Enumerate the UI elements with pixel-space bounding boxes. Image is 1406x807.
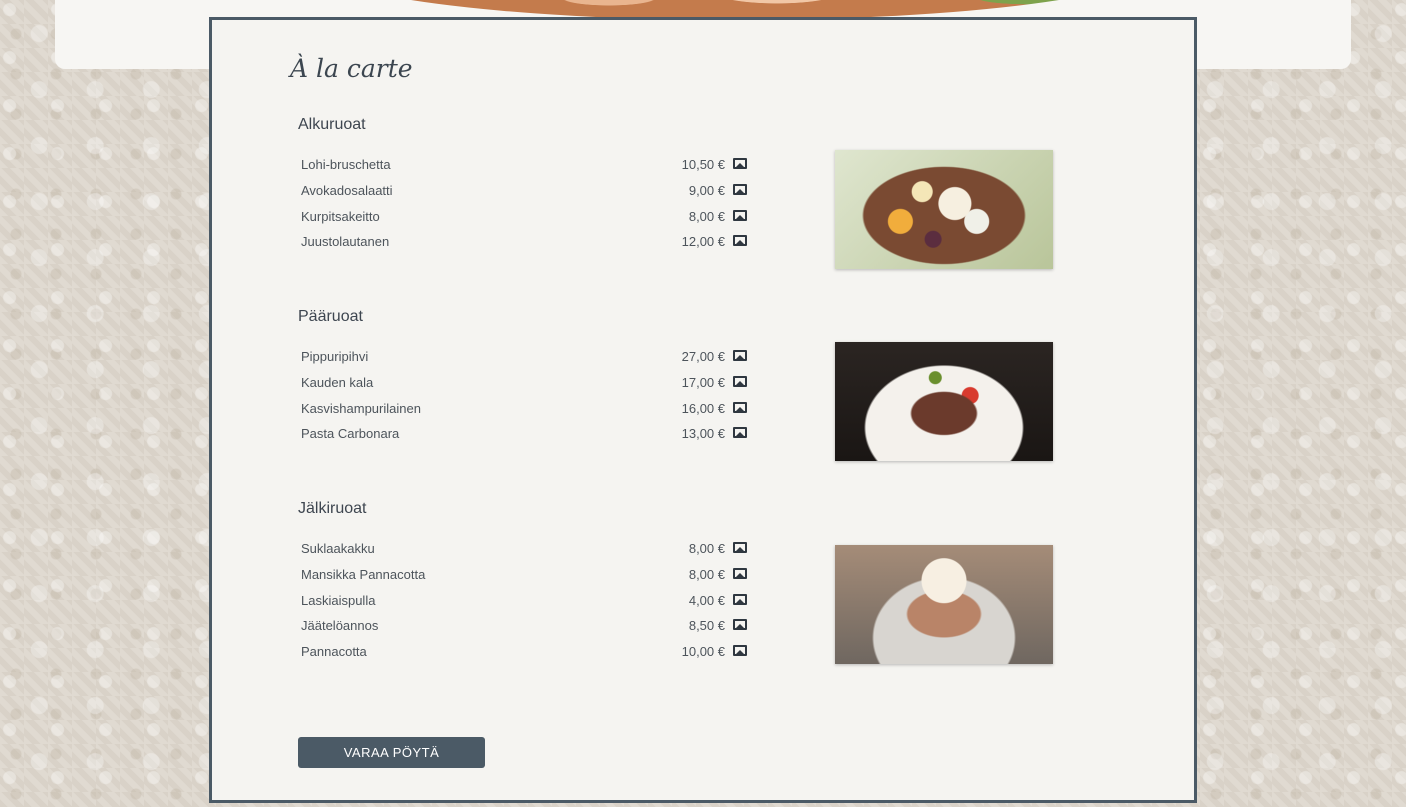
menu-item-list: Suklaakakku 8,00 € Mansikka Pannacotta 8… bbox=[301, 540, 747, 669]
menu-item: Pasta Carbonara 13,00 € bbox=[301, 425, 747, 451]
menu-item-name: Pasta Carbonara bbox=[301, 426, 400, 442]
menu-item: Kasvishampurilainen 16,00 € bbox=[301, 400, 747, 426]
menu-item-price: 17,00 € bbox=[681, 374, 725, 390]
menu-item-name: Lohi-bruschetta bbox=[301, 157, 391, 172]
section-heading: Pääruoat bbox=[298, 308, 363, 325]
menu-item-name: Kurpitsakeitto bbox=[301, 208, 380, 224]
menu-item-name: Juustolautanen bbox=[301, 234, 390, 250]
menu-item-list: Pippuripihvi 27,00 € Kauden kala 17,00 €… bbox=[301, 348, 747, 451]
image-icon[interactable] bbox=[733, 183, 747, 195]
menu-item: Kauden kala 17,00 € bbox=[301, 374, 747, 400]
menu-item-price: 8,50 € bbox=[688, 618, 725, 634]
menu-item: Pannacotta 10,00 € bbox=[301, 643, 747, 669]
menu-item-name: Kauden kala bbox=[301, 374, 374, 390]
menu-item: Kurpitsakeitto 8,00 € bbox=[301, 208, 747, 234]
cream-bun-photo bbox=[835, 545, 1053, 664]
image-icon[interactable] bbox=[733, 593, 747, 605]
menu-item-name: Mansikka Pannacotta bbox=[301, 566, 426, 582]
menu-item-price: 27,00 € bbox=[681, 349, 725, 364]
menu-item-price: 4,00 € bbox=[688, 592, 725, 608]
menu-item-name: Kasvishampurilainen bbox=[301, 400, 421, 416]
menu-item: Suklaakakku 8,00 € bbox=[301, 540, 747, 566]
menu-item-name: Jäätelöannos bbox=[301, 618, 379, 634]
menu-item-name: Pippuripihvi bbox=[301, 349, 369, 364]
image-icon[interactable] bbox=[733, 375, 747, 387]
menu-item: Pippuripihvi 27,00 € bbox=[301, 348, 747, 374]
menu-item-name: Avokadosalaatti bbox=[301, 182, 393, 198]
menu-item-price: 9,00 € bbox=[688, 182, 725, 198]
image-icon[interactable] bbox=[733, 542, 747, 553]
image-icon[interactable] bbox=[733, 235, 747, 247]
menu-card: À la carte Alkuruoat Lohi-bruschetta 10,… bbox=[209, 17, 1197, 803]
menu-item-price: 12,00 € bbox=[681, 234, 725, 250]
menu-item: Laskiaispulla 4,00 € bbox=[301, 592, 747, 618]
pepper-steak-photo bbox=[835, 342, 1053, 461]
menu-item-price: 8,00 € bbox=[688, 541, 725, 556]
image-icon[interactable] bbox=[733, 350, 747, 361]
cheese-platter-photo bbox=[835, 150, 1053, 269]
menu-item-name: Pannacotta bbox=[301, 644, 367, 660]
image-icon[interactable] bbox=[733, 567, 747, 579]
image-icon[interactable] bbox=[733, 401, 747, 413]
reserve-table-button[interactable]: VARAA PÖYTÄ bbox=[298, 737, 485, 768]
menu-item: Avokadosalaatti 9,00 € bbox=[301, 182, 747, 208]
image-icon[interactable] bbox=[733, 158, 747, 169]
menu-title: À la carte bbox=[290, 54, 413, 83]
menu-item-price: 10,50 € bbox=[681, 157, 725, 172]
image-icon[interactable] bbox=[733, 619, 747, 631]
menu-item: Juustolautanen 12,00 € bbox=[301, 233, 747, 259]
image-icon[interactable] bbox=[733, 427, 747, 439]
image-icon[interactable] bbox=[733, 645, 747, 657]
menu-item: Mansikka Pannacotta 8,00 € bbox=[301, 566, 747, 592]
section-heading: Alkuruoat bbox=[298, 116, 366, 133]
menu-item-name: Suklaakakku bbox=[301, 541, 375, 556]
image-icon[interactable] bbox=[733, 209, 747, 221]
menu-item-price: 16,00 € bbox=[681, 400, 725, 416]
menu-item-price: 8,00 € bbox=[688, 208, 725, 224]
menu-item-price: 13,00 € bbox=[681, 426, 725, 442]
menu-item-list: Lohi-bruschetta 10,50 € Avokadosalaatti … bbox=[301, 156, 747, 259]
menu-item-price: 8,00 € bbox=[688, 566, 725, 582]
menu-item: Lohi-bruschetta 10,50 € bbox=[301, 156, 747, 182]
menu-item: Jäätelöannos 8,50 € bbox=[301, 617, 747, 643]
section-heading: Jälkiruoat bbox=[298, 500, 367, 517]
menu-item-price: 10,00 € bbox=[681, 644, 725, 660]
menu-item-name: Laskiaispulla bbox=[301, 592, 376, 608]
